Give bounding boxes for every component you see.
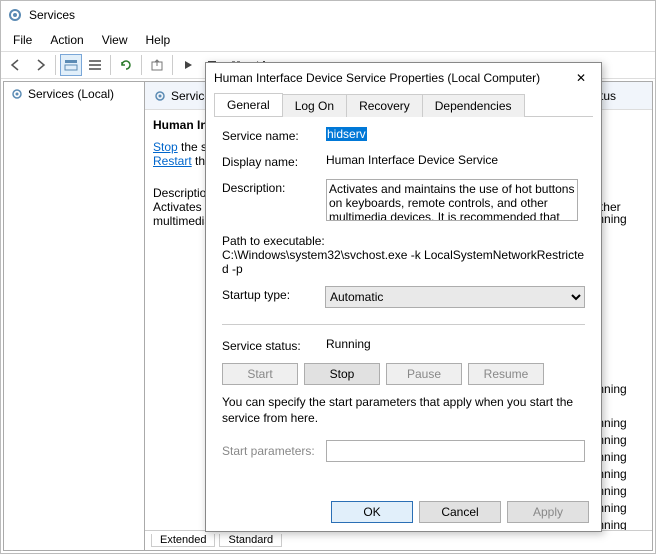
standard-tab[interactable]: Standard [219, 534, 282, 547]
resume-button: Resume [468, 363, 544, 385]
service-status-value: Running [326, 337, 585, 351]
stop-button[interactable]: Stop [304, 363, 380, 385]
extended-tab[interactable]: Extended [151, 534, 215, 547]
description-label: Description: [222, 179, 326, 195]
toolbar-sep-4 [172, 55, 173, 75]
dialog-titlebar: Human Interface Device Service Propertie… [206, 63, 601, 93]
tab-dependencies[interactable]: Dependencies [422, 94, 525, 117]
dialog-title: Human Interface Device Service Propertie… [214, 71, 569, 85]
properties-button[interactable] [84, 54, 106, 76]
menu-file[interactable]: File [5, 31, 40, 49]
refresh-button[interactable] [115, 54, 137, 76]
menubar: File Action View Help [1, 29, 655, 51]
close-button[interactable]: ✕ [569, 66, 593, 90]
dialog-tabs: General Log On Recovery Dependencies [214, 93, 593, 117]
apply-button: Apply [507, 501, 589, 523]
export-icon [150, 58, 164, 72]
services-app-icon [7, 7, 23, 23]
arrow-left-icon [9, 58, 23, 72]
description-box[interactable]: Activates and maintains the use of hot b… [326, 179, 578, 221]
menu-view[interactable]: View [94, 31, 136, 49]
back-button[interactable] [5, 54, 27, 76]
play-icon [181, 58, 195, 72]
list-icon [88, 58, 102, 72]
tree-pane: Services (Local) [4, 82, 145, 550]
start-params-label: Start parameters: [222, 444, 326, 458]
menu-action[interactable]: Action [42, 31, 91, 49]
arrow-right-icon [33, 58, 47, 72]
cancel-button[interactable]: Cancel [419, 501, 501, 523]
tree-item-label: Services (Local) [28, 87, 114, 101]
gear-icon [10, 87, 24, 101]
toolbar-sep [55, 55, 56, 75]
display-name-label: Display name: [222, 153, 326, 169]
startup-type-label: Startup type: [222, 286, 325, 302]
control-buttons: Start Stop Pause Resume [222, 363, 585, 385]
toolbar-sep-2 [110, 55, 111, 75]
service-name-label: Service name: [222, 127, 326, 143]
pause-button: Pause [386, 363, 462, 385]
gear-icon [153, 89, 167, 103]
dialog-form: Service name: hidserv Display name: Huma… [206, 117, 601, 462]
titlebar: Services [1, 1, 655, 29]
stop-link[interactable]: Stop [153, 140, 178, 154]
window-title: Services [29, 8, 75, 22]
refresh-icon [119, 58, 133, 72]
restart-link[interactable]: Restart [153, 154, 192, 168]
toolbar-sep-3 [141, 55, 142, 75]
detail-view-button[interactable] [60, 54, 82, 76]
service-name-value[interactable]: hidserv [326, 127, 367, 141]
tab-recovery[interactable]: Recovery [346, 94, 423, 117]
start-params-note: You can specify the start parameters tha… [222, 395, 585, 426]
tree-item-services-local[interactable]: Services (Local) [8, 86, 140, 102]
divider [222, 324, 585, 325]
tab-general[interactable]: General [214, 93, 283, 116]
start-params-input[interactable] [326, 440, 585, 462]
startup-type-select[interactable]: Automatic [325, 286, 585, 308]
forward-button[interactable] [29, 54, 51, 76]
properties-dialog: Human Interface Device Service Propertie… [205, 62, 602, 532]
display-name-value: Human Interface Device Service [326, 153, 585, 167]
service-status-label: Service status: [222, 337, 326, 353]
start-button: Start [222, 363, 298, 385]
path-value: C:\Windows\system32\svchost.exe -k Local… [222, 248, 585, 276]
ok-button[interactable]: OK [331, 501, 413, 523]
details-icon [64, 58, 78, 72]
dialog-bottom-buttons: OK Cancel Apply [331, 501, 589, 523]
close-icon: ✕ [576, 71, 586, 85]
path-label: Path to executable: [222, 234, 585, 248]
menu-help[interactable]: Help [138, 31, 179, 49]
tab-logon[interactable]: Log On [282, 94, 347, 117]
footer-tabs: Extended Standard [145, 530, 652, 550]
export-button[interactable] [146, 54, 168, 76]
start-toolbar-button[interactable] [177, 54, 199, 76]
